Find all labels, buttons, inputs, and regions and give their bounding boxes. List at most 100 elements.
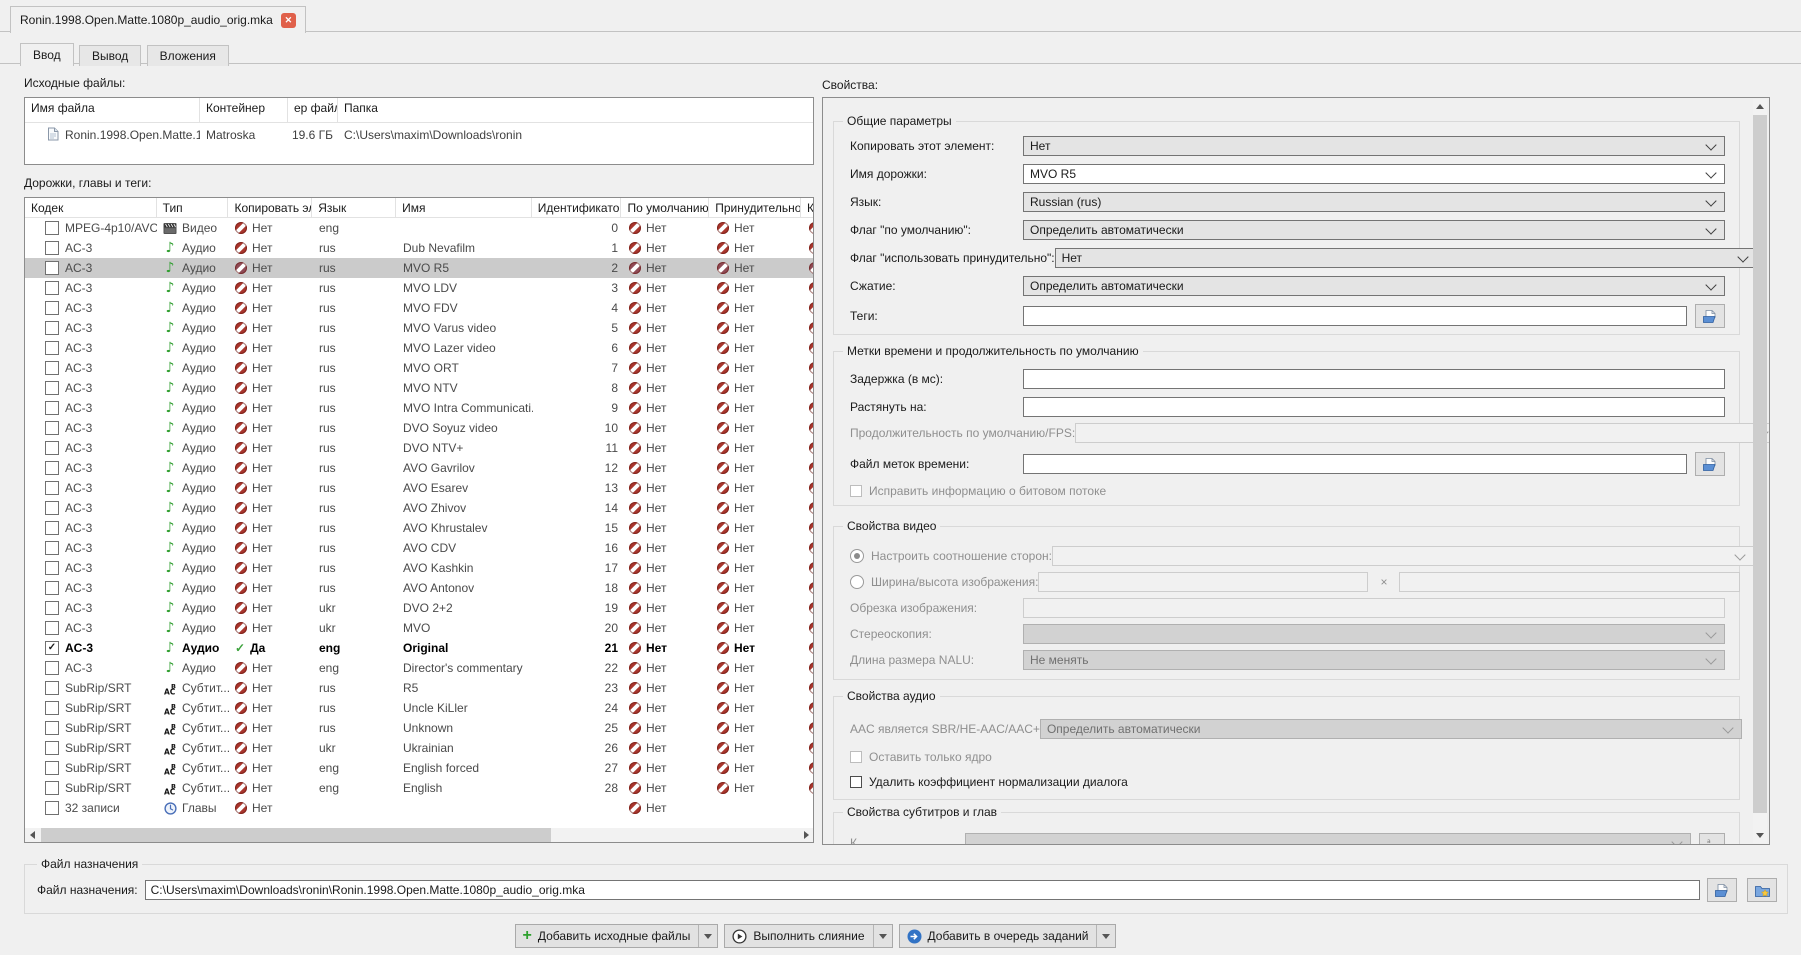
- track-checkbox[interactable]: [45, 721, 59, 735]
- track-checkbox[interactable]: [45, 581, 59, 595]
- track-checkbox[interactable]: [45, 381, 59, 395]
- column-header[interactable]: Кодек: [25, 198, 157, 217]
- timestamps-file-input[interactable]: [1023, 454, 1687, 474]
- track-checkbox[interactable]: [45, 321, 59, 335]
- track-checkbox[interactable]: [45, 241, 59, 255]
- track-row[interactable]: AC-3♪АудиоНетrusAVO Kashkin17НетНет: [25, 558, 813, 578]
- scrollbar-thumb[interactable]: [41, 828, 551, 842]
- track-row[interactable]: AC-3♪АудиоНетrusAVO Khrustalev15НетНет: [25, 518, 813, 538]
- close-tab-icon[interactable]: ✕: [281, 13, 296, 28]
- track-checkbox[interactable]: [45, 301, 59, 315]
- track-row[interactable]: AC-3♪АудиоНетengDirector's commentary22Н…: [25, 658, 813, 678]
- track-checkbox[interactable]: [45, 541, 59, 555]
- tags-input[interactable]: [1023, 306, 1687, 326]
- column-header[interactable]: ер файла: [288, 98, 338, 122]
- column-header[interactable]: Имя файла: [25, 98, 200, 122]
- track-row[interactable]: AC-3♪АудиоНетrusAVO Esarev13НетНет: [25, 478, 813, 498]
- track-checkbox[interactable]: [45, 781, 59, 795]
- track-row[interactable]: SubRip/SRTBACСубтит...НетengEnglish forc…: [25, 758, 813, 778]
- file-tab[interactable]: Ronin.1998.Open.Matte.1080p_audio_orig.m…: [10, 6, 306, 33]
- compression-select[interactable]: Определить автоматически: [1023, 276, 1725, 296]
- copy-element-select[interactable]: Нет: [1023, 136, 1725, 156]
- browse-tags-button[interactable]: [1695, 304, 1725, 328]
- track-checkbox[interactable]: [45, 501, 59, 515]
- track-row[interactable]: AC-3♪АудиоНетrusDub Nevafilm1НетНет: [25, 238, 813, 258]
- track-row[interactable]: SubRip/SRTBACСубтит...НетrusR523НетНет: [25, 678, 813, 698]
- add-queue-dropdown-arrow[interactable]: [1097, 925, 1115, 947]
- track-checkbox[interactable]: [45, 281, 59, 295]
- track-row[interactable]: AC-3♪АудиоНетrusAVO Gavrilov12НетНет: [25, 458, 813, 478]
- column-header[interactable]: Язык: [312, 198, 396, 217]
- column-header[interactable]: Контейнер: [200, 98, 288, 122]
- add-source-files-button[interactable]: + Добавить исходные файлы: [515, 924, 719, 948]
- track-checkbox[interactable]: [45, 461, 59, 475]
- track-row[interactable]: AC-3♪АудиоНетrusMVO LDV3НетНет: [25, 278, 813, 298]
- tracks-horizontal-scrollbar[interactable]: [25, 828, 813, 842]
- language-select[interactable]: Russian (rus): [1023, 192, 1725, 212]
- stretch-input[interactable]: [1023, 397, 1725, 417]
- track-row[interactable]: SubRip/SRTBACСубтит...НетrusUnknown25Нет…: [25, 718, 813, 738]
- delay-input[interactable]: [1023, 369, 1725, 389]
- track-checkbox[interactable]: [45, 561, 59, 575]
- remove-dialog-normalization-checkbox[interactable]: [850, 776, 862, 788]
- track-row[interactable]: AC-3♪АудиоНетrusAVO Zhivov14НетНет: [25, 498, 813, 518]
- track-row[interactable]: AC-3♪АудиоНетukrDVO 2+219НетНет: [25, 598, 813, 618]
- start-mux-dropdown-arrow[interactable]: [874, 925, 892, 947]
- start-multiplexing-button[interactable]: Выполнить слияние: [724, 924, 892, 948]
- track-row[interactable]: AC-3♪АудиоНетukrMVO20НетНет: [25, 618, 813, 638]
- track-checkbox[interactable]: [45, 701, 59, 715]
- track-checkbox[interactable]: [45, 741, 59, 755]
- track-checkbox[interactable]: ✓: [45, 641, 59, 655]
- track-row[interactable]: MPEG-4p10/AVC/...ВидеоНетeng0НетНет: [25, 218, 813, 238]
- track-row[interactable]: SubRip/SRTBACСубтит...НетrusUncle KiLler…: [25, 698, 813, 718]
- track-checkbox[interactable]: [45, 621, 59, 635]
- column-header[interactable]: Имя: [396, 198, 532, 217]
- scroll-up-icon[interactable]: [1753, 99, 1767, 114]
- track-row[interactable]: AC-3♪АудиоНетrusMVO ORT7НетНет: [25, 358, 813, 378]
- scroll-right-icon[interactable]: [799, 828, 813, 842]
- track-checkbox[interactable]: [45, 441, 59, 455]
- track-checkbox[interactable]: [45, 681, 59, 695]
- column-header[interactable]: По умолчанию: [621, 198, 709, 217]
- track-checkbox[interactable]: [45, 521, 59, 535]
- track-checkbox[interactable]: [45, 761, 59, 775]
- track-checkbox[interactable]: [45, 601, 59, 615]
- track-row[interactable]: SubRip/SRTBACСубтит...НетukrUkrainian26Н…: [25, 738, 813, 758]
- tab-attachments[interactable]: Вложения: [147, 45, 229, 66]
- track-row[interactable]: AC-3♪АудиоНетrusAVO Antonov18НетНет: [25, 578, 813, 598]
- track-row[interactable]: AC-3♪АудиоНетrusMVO Lazer video6НетНет: [25, 338, 813, 358]
- column-header[interactable]: Папка: [338, 98, 813, 122]
- track-row[interactable]: AC-3♪АудиоНетrusMVO Intra Communicati...…: [25, 398, 813, 418]
- track-row[interactable]: ✓AC-3♪Аудио✓ДаengOriginal21НетНет: [25, 638, 813, 658]
- scroll-down-icon[interactable]: [1753, 828, 1767, 843]
- column-header[interactable]: Тип: [157, 198, 229, 217]
- track-row[interactable]: AC-3♪АудиоНетrusMVO NTV8НетНет: [25, 378, 813, 398]
- track-checkbox[interactable]: [45, 401, 59, 415]
- scrollbar-thumb[interactable]: [1753, 115, 1767, 813]
- add-to-job-queue-button[interactable]: Добавить в очередь заданий: [899, 924, 1117, 948]
- column-header[interactable]: Копировать элем: [228, 198, 312, 217]
- tab-input[interactable]: Ввод: [20, 43, 74, 66]
- track-row[interactable]: AC-3♪АудиоНетrusDVO Soyuz video10НетНет: [25, 418, 813, 438]
- track-checkbox[interactable]: [45, 261, 59, 275]
- tab-output[interactable]: Вывод: [79, 45, 141, 66]
- track-checkbox[interactable]: [45, 661, 59, 675]
- track-row[interactable]: AC-3♪АудиоНетrusDVO NTV+11НетНет: [25, 438, 813, 458]
- track-checkbox[interactable]: [45, 361, 59, 375]
- track-row[interactable]: SubRip/SRTBACСубтит...НетengEnglish28Нет…: [25, 778, 813, 798]
- track-checkbox[interactable]: [45, 481, 59, 495]
- track-row[interactable]: AC-3♪АудиоНетrusMVO Varus video5НетНет: [25, 318, 813, 338]
- destination-file-input[interactable]: [145, 880, 1700, 900]
- properties-vertical-scrollbar[interactable]: [1753, 99, 1767, 843]
- forced-flag-select[interactable]: Нет: [1055, 248, 1757, 268]
- track-checkbox[interactable]: [45, 801, 59, 815]
- track-row[interactable]: AC-3♪АудиоНетrusMVO FDV4НетНет: [25, 298, 813, 318]
- add-source-dropdown-arrow[interactable]: [699, 925, 717, 947]
- source-file-row[interactable]: Ronin.1998.Open.Matte.10...Matroska19.6 …: [25, 123, 813, 147]
- favorite-folder-button[interactable]: [1747, 878, 1777, 902]
- track-row[interactable]: AC-3♪АудиоНетrusAVO CDV16НетНет: [25, 538, 813, 558]
- track-name-combobox[interactable]: MVO R5: [1023, 164, 1725, 184]
- track-checkbox[interactable]: [45, 421, 59, 435]
- column-header[interactable]: Идентификатор: [532, 198, 622, 217]
- scroll-left-icon[interactable]: [25, 828, 39, 842]
